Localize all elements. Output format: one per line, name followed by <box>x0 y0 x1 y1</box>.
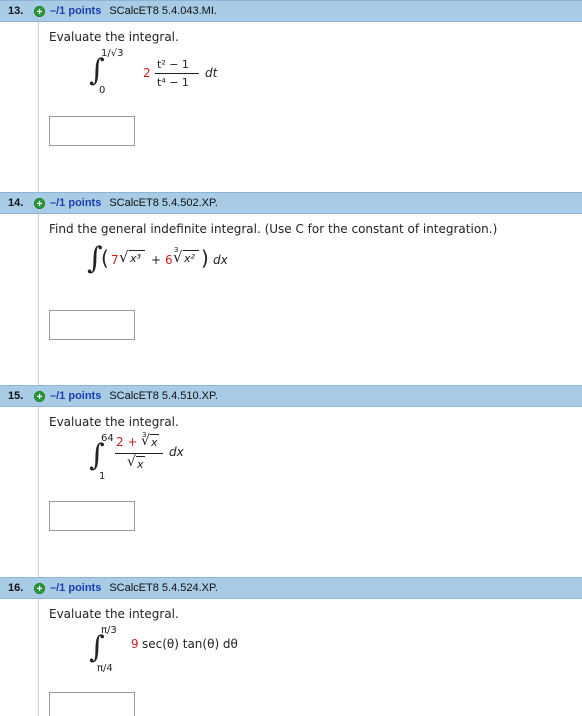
question-header: 13. + –/1 points SCalcET8 5.4.043.MI. <box>0 0 582 22</box>
question-prompt: Evaluate the integral. <box>49 415 179 429</box>
numerator-constant: 2 + <box>116 435 138 449</box>
integrand: sec(θ) tan(θ) dθ <box>142 637 238 651</box>
differential: dx <box>169 445 184 459</box>
coefficient: 9 <box>131 637 139 651</box>
question-source: SCalcET8 5.4.524.XP. <box>109 582 218 594</box>
question-15: 15. + –/1 points SCalcET8 5.4.510.XP. Ev… <box>0 385 582 577</box>
lower-limit: π/4 <box>97 663 113 674</box>
term1-coefficient: 7 <box>111 253 119 267</box>
term2-radicand: x² <box>184 252 195 265</box>
upper-limit: π/3 <box>101 625 117 636</box>
numerator-radicand: x <box>151 436 158 449</box>
plus-sign: + <box>151 253 162 267</box>
right-paren: ) <box>201 246 209 270</box>
numerator: t² − 1 <box>157 58 189 71</box>
sqrt-overline <box>129 250 145 251</box>
lower-limit: 0 <box>99 85 106 96</box>
question-13: 13. + –/1 points SCalcET8 5.4.043.MI. Ev… <box>0 0 582 192</box>
integral-expression: ∫ 1/√3 0 2 t² − 1 t⁴ − 1 dt <box>89 48 289 98</box>
question-source: SCalcET8 5.4.510.XP. <box>109 390 218 402</box>
question-number: 14. <box>8 197 24 209</box>
question-source: SCalcET8 5.4.502.XP. <box>109 197 218 209</box>
lower-limit: 1 <box>99 471 106 482</box>
question-prompt: Evaluate the integral. <box>49 607 179 621</box>
sqrt-symbol: √ <box>127 454 136 470</box>
answer-input[interactable] <box>49 310 135 340</box>
fraction-bar <box>115 453 163 454</box>
question-body: Find the general indefinite integral. (U… <box>38 214 582 385</box>
question-body: Evaluate the integral. ∫ π/3 π/4 9 sec(θ… <box>38 599 582 716</box>
upper-limit: 1/√3 <box>101 48 124 59</box>
differential: dx <box>213 253 228 267</box>
coefficient: 2 <box>143 66 151 80</box>
question-prompt: Find the general indefinite integral. (U… <box>49 222 498 236</box>
expand-plus-icon[interactable]: + <box>34 390 45 403</box>
integral-expression: ∫ ( 7 √ x³ + 6 3 √ x² ) dx <box>87 244 307 278</box>
cbrt-symbol: √ <box>173 248 183 266</box>
question-header: 16. + –/1 points SCalcET8 5.4.524.XP. <box>0 577 582 599</box>
question-number: 15. <box>8 390 24 402</box>
cbrt-overline <box>150 434 159 435</box>
points-label: –/1 points <box>50 197 102 209</box>
question-prompt: Evaluate the integral. <box>49 30 179 44</box>
question-16: 16. + –/1 points SCalcET8 5.4.524.XP. Ev… <box>0 577 582 716</box>
points-label: –/1 points <box>50 5 102 17</box>
integral-sign: ∫ <box>89 438 105 473</box>
upper-limit: 64 <box>101 433 114 444</box>
question-header: 15. + –/1 points SCalcET8 5.4.510.XP. <box>0 385 582 407</box>
answer-input[interactable] <box>49 501 135 531</box>
left-paren: ( <box>101 246 109 270</box>
cbrt-overline <box>183 250 199 251</box>
question-source: SCalcET8 5.4.043.MI. <box>109 5 217 17</box>
answer-input[interactable] <box>49 116 135 146</box>
points-label: –/1 points <box>50 390 102 402</box>
question-number: 13. <box>8 5 24 17</box>
question-body: Evaluate the integral. ∫ 64 1 2 + 3 √ x … <box>38 407 582 577</box>
integral-sign: ∫ <box>89 630 105 665</box>
term1-radicand: x³ <box>130 252 141 265</box>
answer-input[interactable] <box>49 692 135 716</box>
sqrt-symbol: √ <box>119 248 129 266</box>
integral-expression: ∫ π/3 π/4 9 sec(θ) tan(θ) dθ <box>89 625 309 675</box>
sqrt-overline <box>136 456 145 457</box>
integral-expression: ∫ 64 1 2 + 3 √ x √ x dx <box>89 431 289 483</box>
expand-plus-icon[interactable]: + <box>34 197 45 210</box>
points-label: –/1 points <box>50 582 102 594</box>
question-14: 14. + –/1 points SCalcET8 5.4.502.XP. Fi… <box>0 192 582 385</box>
question-header: 14. + –/1 points SCalcET8 5.4.502.XP. <box>0 192 582 214</box>
term2-coefficient: 6 <box>165 253 173 267</box>
expand-plus-icon[interactable]: + <box>34 5 45 18</box>
question-number: 16. <box>8 582 24 594</box>
differential: dt <box>205 66 218 80</box>
expand-plus-icon[interactable]: + <box>34 582 45 595</box>
denominator-radicand: x <box>137 458 144 471</box>
fraction-bar <box>155 73 199 74</box>
question-body: Evaluate the integral. ∫ 1/√3 0 2 t² − 1… <box>38 22 582 192</box>
cbrt-symbol: √ <box>141 433 150 449</box>
denominator: t⁴ − 1 <box>157 76 189 89</box>
integral-sign: ∫ <box>89 53 105 88</box>
